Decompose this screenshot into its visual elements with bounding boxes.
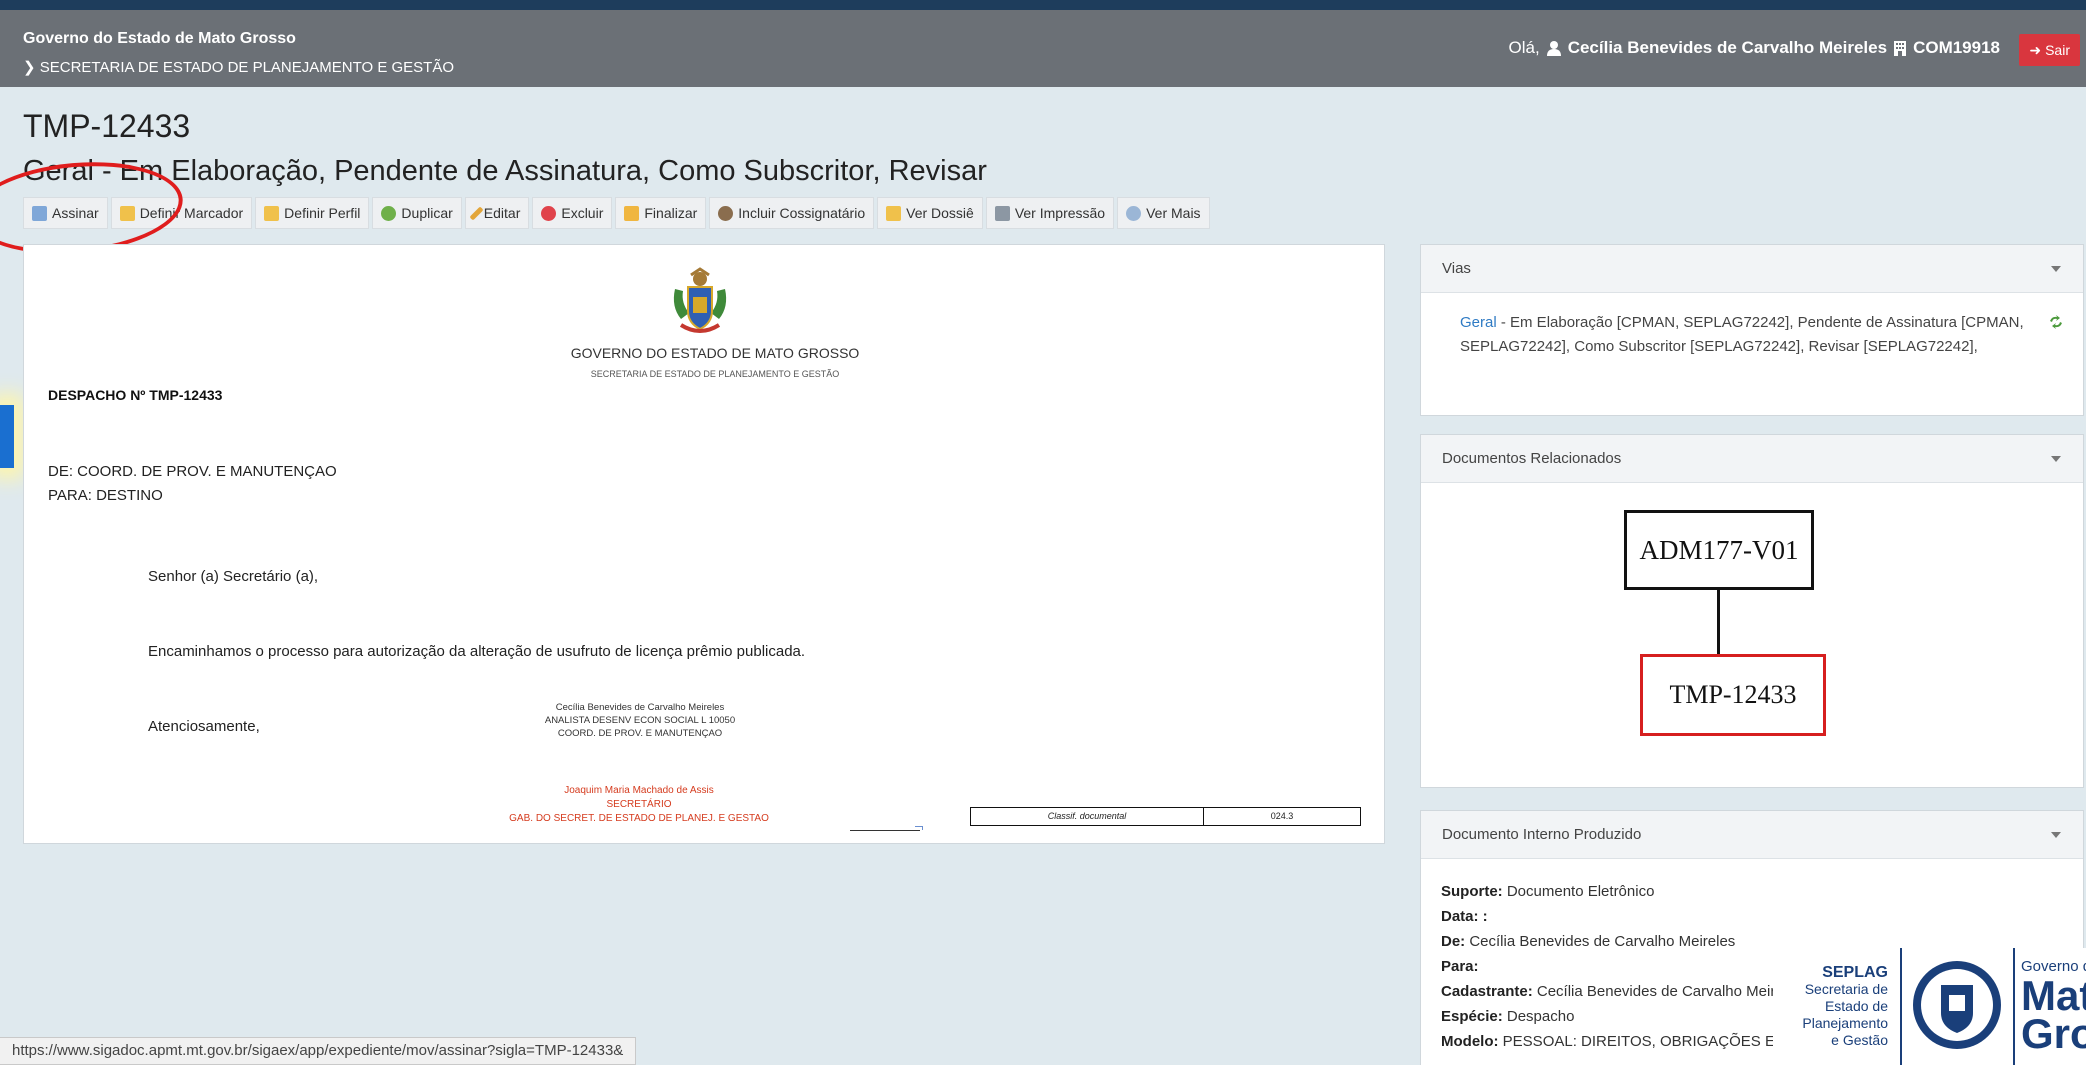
finalizar-label: Finalizar	[644, 205, 698, 221]
chevron-down-icon	[2051, 265, 2061, 272]
folder-open-icon	[886, 205, 902, 221]
ver-impressao-button[interactable]: Ver Impressão	[985, 197, 1115, 229]
delete-icon	[541, 205, 557, 221]
document-preview: GOVERNO DO ESTADO DE MATO GROSSO SECRETA…	[23, 244, 1385, 844]
salutation: Senhor (a) Secretário (a),	[148, 568, 319, 585]
secretariat-link[interactable]: ❯ SECRETARIA DE ESTADO DE PLANEJAMENTO E…	[23, 58, 454, 76]
user-name[interactable]: Cecília Benevides de Carvalho Meireles	[1568, 38, 1887, 58]
definir-perfil-button[interactable]: Definir Perfil	[255, 197, 370, 229]
user-icon	[1546, 41, 1561, 56]
government-title[interactable]: Governo do Estado de Mato Grosso	[23, 30, 296, 48]
logo-divider	[1900, 948, 1902, 1065]
produced-panel-header[interactable]: Documento Interno Produzido	[1421, 811, 2083, 859]
top-accent-bar	[0, 0, 2086, 10]
duplicate-icon	[381, 205, 397, 221]
despacho-number: DESPACHO Nº TMP-12433	[48, 387, 223, 403]
related-connector	[1717, 590, 1720, 654]
action-toolbar: Assinar Definir Marcador Definir Perfil …	[23, 197, 1210, 229]
related-current-node[interactable]: TMP-12433	[1640, 654, 1826, 736]
greeting-text: Olá,	[1508, 38, 1540, 57]
vias-panel-header[interactable]: Vias	[1421, 245, 2083, 293]
from-line: DE: COORD. DE PROV. E MANUTENÇAO	[48, 463, 337, 480]
closing: Atenciosamente,	[148, 718, 260, 735]
chevron-down-icon	[2051, 455, 2061, 462]
ver-dossie-button[interactable]: Ver Dossiê	[877, 197, 983, 229]
seplag-logo-overlay: SEPLAG Secretaria de Estado de Planejame…	[1773, 948, 2086, 1065]
mato-grosso-wordmark: Governo de Mat Gro	[2021, 958, 2086, 1057]
duplicar-button[interactable]: Duplicar	[372, 197, 462, 229]
signature-underline-tick	[915, 826, 923, 830]
suporte-row: Suporte: Documento Eletrônico	[1441, 883, 1655, 900]
related-title: Documentos Relacionados	[1442, 450, 1622, 467]
paper-sec-title: SECRETARIA DE ESTADO DE PLANEJAMENTO E G…	[590, 369, 840, 379]
signer2-name: Joaquim Maria Machado de Assis	[564, 785, 714, 796]
chevron-down-icon	[2051, 831, 2061, 838]
excluir-label: Excluir	[561, 205, 604, 221]
incluir-cossignatario-label: Incluir Cossignatário	[738, 205, 866, 221]
signer1-role: ANALISTA DESENV ECON SOCIAL L 10050	[544, 715, 736, 726]
recycle-icon[interactable]	[2048, 315, 2064, 329]
editar-button[interactable]: Editar	[464, 197, 530, 229]
classif-label: Classif. documental	[971, 808, 1204, 825]
logout-label: Sair	[2045, 42, 2070, 58]
state-crest-icon	[673, 267, 727, 333]
data-row: Data: :	[1441, 908, 1488, 925]
user-add-icon	[718, 205, 734, 221]
vias-panel: Vias Geral - Em Elaboração [CPMAN, SEPLA…	[1420, 244, 2084, 416]
highlighted-side-tab[interactable]	[0, 405, 14, 468]
ver-dossie-label: Ver Dossiê	[906, 205, 974, 221]
eye-icon	[1126, 205, 1142, 221]
folder-user-icon	[264, 205, 280, 221]
related-panel-header[interactable]: Documentos Relacionados	[1421, 435, 2083, 483]
state-seal-icon	[1913, 961, 2001, 1049]
vias-geral-link[interactable]: Geral	[1460, 314, 1497, 331]
vias-content: Geral - Em Elaboração [CPMAN, SEPLAG7224…	[1421, 293, 2083, 359]
related-diagram: ADM177-V01 TMP-12433	[1421, 483, 2083, 785]
related-documents-panel: Documentos Relacionados ADM177-V01 TMP-1…	[1420, 434, 2084, 788]
finalizar-button[interactable]: Finalizar	[615, 197, 707, 229]
seplag-text: SEPLAG Secretaria de Estado de Planejame…	[1773, 964, 1898, 1049]
lock-icon	[624, 205, 640, 221]
signer1-name: Cecília Benevides de Carvalho Meireles	[555, 702, 725, 713]
to-line: PARA: DESTINO	[48, 487, 163, 504]
paper-gov-title: GOVERNO DO ESTADO DE MATO GROSSO	[570, 345, 860, 361]
seplag-acronym: SEPLAG	[1822, 964, 1888, 981]
signature-underline	[850, 830, 920, 831]
document-code: TMP-12433	[23, 108, 191, 144]
building-icon	[1894, 41, 1907, 56]
produced-title: Documento Interno Produzido	[1442, 826, 1642, 843]
definir-perfil-label: Definir Perfil	[284, 205, 361, 221]
chevron-right-icon: ❯	[23, 59, 40, 76]
logout-button[interactable]: ➜ Sair	[2019, 34, 2080, 66]
signer2-unit: GAB. DO SECRET. DE ESTADO DE PLANEJ. E G…	[509, 813, 769, 824]
body-text: Encaminhamos o processo para autorização…	[148, 643, 806, 660]
excluir-button[interactable]: Excluir	[532, 197, 613, 229]
logo-divider	[2013, 948, 2015, 1065]
pencil-icon	[469, 205, 484, 221]
user-unit[interactable]: COM19918	[1913, 38, 2000, 58]
classif-value: 024.3	[1270, 811, 1294, 821]
related-parent-node[interactable]: ADM177-V01	[1624, 510, 1814, 590]
printer-icon	[994, 205, 1010, 221]
ver-mais-button[interactable]: Ver Mais	[1117, 197, 1210, 229]
browser-status-url: https://www.sigadoc.apmt.mt.gov.br/sigae…	[0, 1037, 637, 1065]
vias-text: - Em Elaboração [CPMAN, SEPLAG72242], Pe…	[1460, 314, 2024, 355]
classification-table: Classif. documental 024.3	[970, 807, 1361, 826]
signer1-unit: COORD. DE PROV. E MANUTENÇAO	[557, 728, 723, 739]
signature-block-author: Cecília Benevides de Carvalho Meireles A…	[480, 701, 800, 740]
sign-out-icon: ➜	[2029, 41, 2042, 58]
signature-block-secretary: Joaquim Maria Machado de Assis SECRETÁRI…	[444, 784, 834, 826]
ver-impressao-label: Ver Impressão	[1014, 205, 1106, 221]
ver-mais-label: Ver Mais	[1146, 205, 1201, 221]
vias-title: Vias	[1442, 260, 1471, 277]
incluir-cossignatario-button[interactable]: Incluir Cossignatário	[709, 197, 875, 229]
signer2-role: SECRETÁRIO	[606, 799, 672, 810]
app-header: Governo do Estado de Mato Grosso ❯ SECRE…	[0, 10, 2086, 87]
editar-label: Editar	[483, 205, 521, 221]
duplicar-label: Duplicar	[401, 205, 453, 221]
user-info: Olá, Cecília Benevides de Carvalho Meire…	[1509, 38, 2001, 58]
secretariat-label: SECRETARIA DE ESTADO DE PLANEJAMENTO E G…	[39, 59, 455, 76]
